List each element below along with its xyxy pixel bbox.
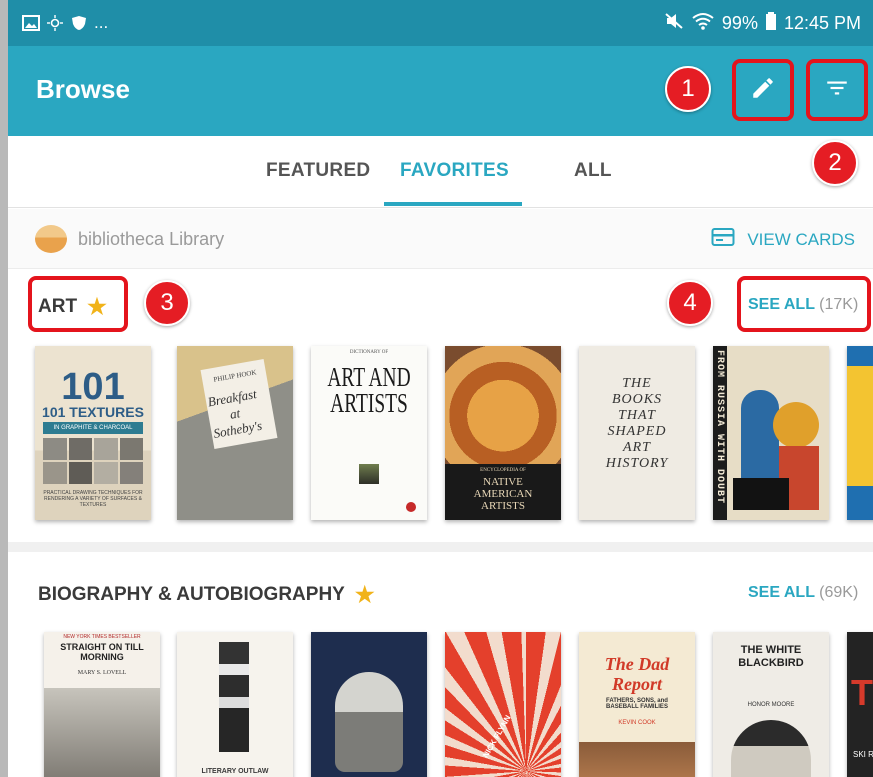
section-divider	[8, 542, 873, 552]
screen: ... 99% 12:45 PM Browse 1 2 FEATURED FAV…	[0, 0, 873, 777]
book-author: HONOR MOORE	[747, 702, 795, 708]
texture-grid	[43, 438, 143, 484]
status-bar: ... 99% 12:45 PM	[8, 0, 873, 46]
book-title: THE BOOKS THAT SHAPED ART HISTORY	[605, 376, 669, 471]
tab-bar: FEATURED FAVORITES ALL	[8, 136, 873, 208]
book-cover[interactable]	[847, 346, 873, 520]
sun-icon	[46, 15, 64, 31]
see-all-count: (17K)	[819, 296, 859, 313]
book-kicker: DICTIONARY OF	[349, 350, 389, 355]
book-cover[interactable]: FROM RUSSIA WITH DOUBT	[713, 346, 829, 520]
tab-featured[interactable]: FEATURED	[266, 160, 370, 182]
book-title: ART AND ARTISTS	[327, 362, 411, 418]
book-letter: T	[851, 672, 873, 713]
image-icon	[22, 15, 40, 31]
annotation-badge-4: 4	[667, 280, 713, 326]
section-title-label: BIOGRAPHY & AUTOBIOGRAPHY	[38, 584, 345, 605]
book-cover[interactable]: The Dad Report FATHERS, SONS, and BASEBA…	[579, 632, 695, 777]
section-biography: BIOGRAPHY & AUTOBIOGRAPHY ★ SEE ALL (69K…	[8, 552, 873, 777]
star-icon: ★	[354, 582, 375, 607]
status-ellipsis: ...	[94, 13, 109, 32]
app-bar: Browse 1	[8, 46, 873, 136]
card-icon	[711, 227, 735, 252]
book-cover[interactable]: NEW YORK TIMES BESTSELLER STRAIGHT ON TI…	[44, 632, 160, 777]
section-art: ART ★ 3 4 SEE ALL (17K) 101 101 TEXTURES…	[8, 270, 873, 542]
book-title: 101 TEXTURES	[42, 404, 144, 420]
pencil-icon	[750, 75, 776, 106]
filter-icon	[824, 75, 850, 106]
book-cover[interactable]: THE BOOKS THAT SHAPED ART HISTORY	[579, 346, 695, 520]
book-subtitle: IN GRAPHITE & CHARCOAL	[43, 422, 143, 434]
annotation-badge-2: 2	[812, 140, 858, 186]
shield-icon	[70, 15, 88, 31]
see-all-label: SEE ALL	[748, 584, 815, 601]
book-title: LITERARY OUTLAW	[201, 768, 269, 775]
active-tab-indicator	[384, 202, 522, 206]
book-cover[interactable]: PHILIP HOOK Breakfast at Sotheby's	[177, 346, 293, 520]
see-all-label: SEE ALL	[748, 296, 815, 313]
book-title: SKI R	[853, 750, 873, 759]
library-row: bibliotheca Library VIEW CARDS	[8, 209, 873, 269]
section-title-label: ART	[38, 296, 78, 317]
book-title: NATIVE AMERICAN ARTISTS	[473, 476, 533, 512]
book-art	[359, 464, 379, 484]
wifi-icon	[692, 12, 714, 35]
book-caption: PRACTICAL DRAWING TECHNIQUES FOR RENDERI…	[43, 490, 143, 508]
edit-button[interactable]	[732, 59, 794, 121]
book-cover[interactable]: NICK FLYNN	[445, 632, 561, 777]
view-cards-button[interactable]: VIEW CARDS	[711, 227, 855, 252]
annotation-badge-1: 1	[665, 66, 711, 112]
section-title-art[interactable]: ART ★	[38, 294, 107, 320]
book-subtitle: FATHERS, SONS, and BASEBALL FAMILIES	[606, 698, 668, 710]
tab-all[interactable]: ALL	[574, 160, 612, 182]
library-avatar	[35, 225, 67, 253]
see-all-count: (69K)	[819, 584, 859, 601]
book-cover[interactable]	[311, 632, 427, 777]
publisher-logo	[406, 502, 416, 512]
book-author: KEVIN COOK	[618, 720, 656, 726]
book-cover[interactable]: LITERARY OUTLAW	[177, 632, 293, 777]
book-title: STRAIGHT ON TILL MORNING	[60, 642, 144, 662]
page-title: Browse	[36, 74, 130, 104]
book-author: MARY S. LOVELL	[77, 670, 127, 676]
book-cover[interactable]: ENCYCLOPEDIA OF NATIVE AMERICAN ARTISTS	[445, 346, 561, 520]
mute-icon	[664, 12, 684, 35]
book-cover[interactable]: THE WHITE BLACKBIRD HONOR MOORE	[713, 632, 829, 777]
book-cover[interactable]: 101 101 TEXTURES IN GRAPHITE & CHARCOAL …	[35, 346, 151, 520]
star-icon: ★	[87, 294, 107, 319]
book-title-part: 101	[61, 366, 125, 408]
book-cover[interactable]: DICTIONARY OF ART AND ARTISTS	[311, 346, 427, 520]
library-name: bibliotheca Library	[78, 229, 225, 249]
see-all-biography-button[interactable]: SEE ALL (69K)	[748, 584, 858, 602]
book-title: The Dad Report	[604, 654, 670, 694]
filter-button[interactable]	[806, 59, 868, 121]
view-cards-label: VIEW CARDS	[747, 229, 855, 249]
book-title: THE WHITE BLACKBIRD	[738, 644, 804, 669]
battery-level: 99%	[721, 12, 758, 33]
book-cover[interactable]: T SKI R	[847, 632, 873, 777]
see-all-art-button[interactable]: SEE ALL (17K)	[748, 296, 858, 314]
battery-icon	[765, 11, 776, 35]
book-kicker: NEW YORK TIMES BESTSELLER	[63, 634, 141, 640]
tab-favorites[interactable]: FAVORITES	[400, 160, 509, 182]
book-kicker: ENCYCLOPEDIA OF	[480, 468, 526, 473]
clock: 12:45 PM	[783, 12, 861, 33]
section-title-biography[interactable]: BIOGRAPHY & AUTOBIOGRAPHY ★	[38, 582, 375, 608]
annotation-badge-3: 3	[144, 280, 190, 326]
book-title: FROM RUSSIA WITH DOUBT	[714, 350, 725, 505]
